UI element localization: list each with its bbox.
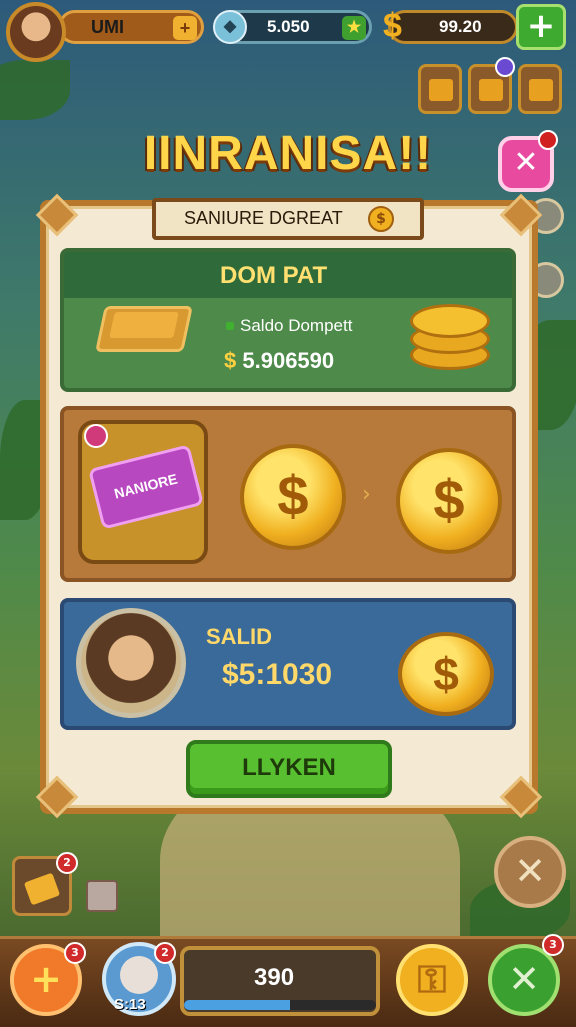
notification-badge: 2 <box>154 942 176 964</box>
balance-label: SALID <box>206 624 272 649</box>
bullet-icon <box>226 322 234 330</box>
confirm-button[interactable]: LLYKEN <box>186 740 392 798</box>
gem-icon: ◆ <box>213 10 247 44</box>
shop-slot-crate[interactable] <box>468 57 515 114</box>
add-name-button[interactable]: + <box>173 16 197 40</box>
coin-icon: $ <box>240 444 346 550</box>
star-icon[interactable]: ★ <box>342 16 366 40</box>
coin-stack-icon <box>410 304 490 338</box>
player-avatar[interactable] <box>6 2 66 62</box>
notification-badge <box>538 130 558 150</box>
key-icon: ⚿ <box>417 957 447 1001</box>
page-title: IINRANISA!! <box>143 127 433 180</box>
coin-icon: $ <box>383 7 402 45</box>
panel-ribbon: SANIURE DGREAT $ <box>152 198 424 240</box>
crate-icon <box>479 79 503 101</box>
coin-stack-icon: $ <box>396 448 502 554</box>
close-button[interactable]: ✕ <box>498 130 558 192</box>
inventory-slot[interactable] <box>86 880 118 912</box>
energy-progress-bar <box>184 1000 376 1010</box>
character-portrait <box>76 608 186 718</box>
coin-counter[interactable]: $ 99.20 <box>383 7 518 45</box>
arrow-right-icon: › <box>362 482 371 507</box>
ribbon-text: SANIURE DGREAT <box>184 208 343 228</box>
player-name-bar[interactable]: UMI + <box>58 10 204 44</box>
key-button[interactable]: ⚿ <box>396 944 468 1016</box>
counter-value: 390 <box>254 964 295 991</box>
progress-fill <box>184 1000 290 1010</box>
avatar-label: S:13 <box>114 996 146 1013</box>
notification-badge: 3 <box>542 934 564 956</box>
gold-bar-highlight <box>109 312 179 338</box>
coin-icon: $ <box>398 632 494 716</box>
shop-slot-gold[interactable] <box>418 64 462 114</box>
wallet-header-text: DOM PAT <box>220 262 328 289</box>
wallet-label: Saldo Dompett <box>240 316 353 335</box>
wallet-balance: $ 5.906590 <box>224 348 334 374</box>
avatar <box>120 956 158 994</box>
gem-counter[interactable]: ◆ 5.050 ★ <box>213 10 372 44</box>
notification-badge: 3 <box>64 942 86 964</box>
tools-button[interactable]: ✕ <box>494 836 566 908</box>
block-icon <box>529 79 553 101</box>
add-coins-button[interactable]: + <box>516 4 566 50</box>
player-name: UMI <box>91 16 124 37</box>
coin-value: 99.20 <box>439 17 482 36</box>
wallet-value: 5.906590 <box>242 348 335 373</box>
shop-slot-block[interactable] <box>518 64 562 114</box>
gem-value: 5.050 <box>267 17 310 36</box>
notification-badge: 2 <box>56 852 78 874</box>
balance-value: $5:1030 <box>222 658 333 691</box>
notification-badge <box>495 57 515 77</box>
gold-bar-icon <box>23 872 61 906</box>
coin-icon: $ <box>368 206 394 232</box>
ticket-badge <box>84 424 108 448</box>
close-icon: ✕ <box>513 145 539 180</box>
gold-bar-icon <box>429 79 453 101</box>
wallet-header: DOM PAT <box>64 252 512 298</box>
currency-symbol: $ <box>224 348 237 373</box>
